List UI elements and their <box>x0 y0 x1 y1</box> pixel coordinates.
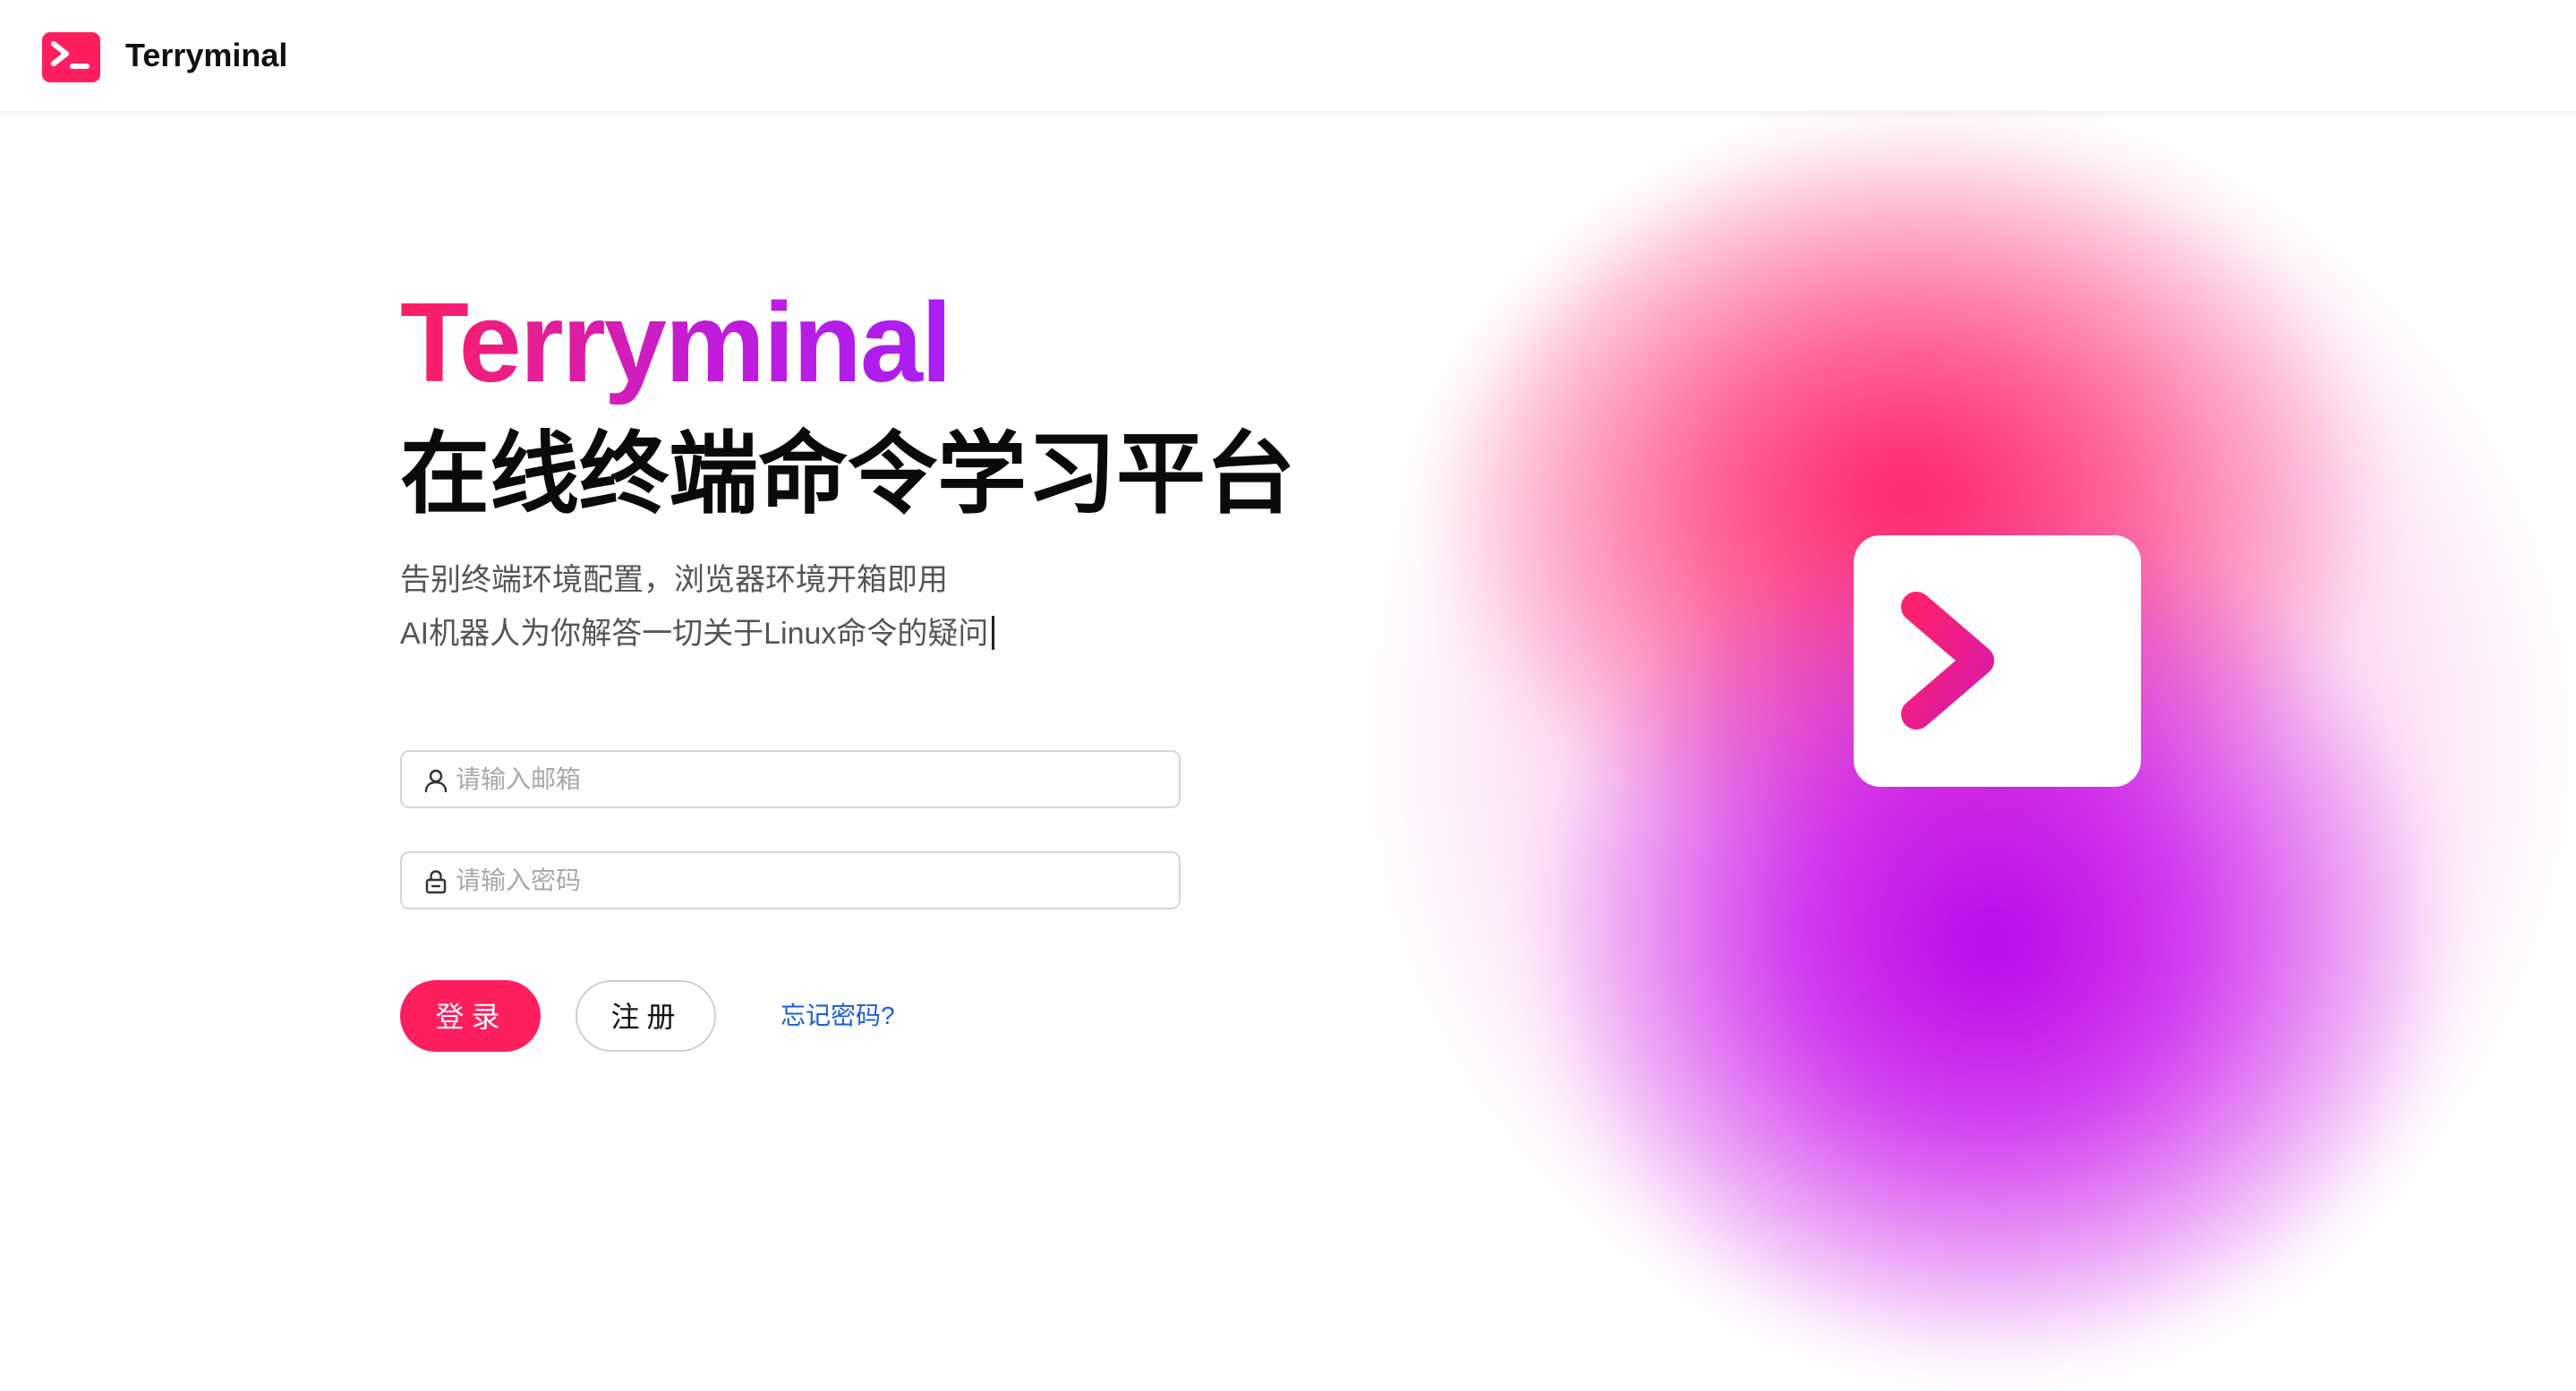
brand-name[interactable]: Terryminal <box>125 34 287 77</box>
terminal-logo-icon[interactable] <box>42 32 100 82</box>
forgot-password-link[interactable]: 忘记密码? <box>780 998 895 1034</box>
user-icon <box>424 768 448 793</box>
hero-description-line-1: 告别终端环境配置，浏览器环境开箱即用 <box>400 563 948 597</box>
lock-icon <box>424 869 448 894</box>
terminal-prompt-icon <box>1854 535 2141 787</box>
hero-subtitle: 在线终端命令学习平台 <box>400 424 1295 525</box>
email-input[interactable] <box>456 752 1163 806</box>
typing-caret <box>992 616 995 650</box>
hero-description-line-2-text: AI机器人为你解答一切关于Linux命令的疑问 <box>400 617 989 651</box>
hero-title: Terryminal <box>400 276 952 410</box>
register-button[interactable]: 注册 <box>576 980 716 1052</box>
email-field[interactable] <box>400 750 1181 808</box>
top-navbar: Terryminal <box>0 0 2576 111</box>
password-input[interactable] <box>456 853 1163 908</box>
password-field[interactable] <box>400 851 1181 909</box>
login-button[interactable]: 登录 <box>400 980 541 1052</box>
hero-description-line-2: AI机器人为你解答一切关于Linux命令的疑问 <box>400 613 995 654</box>
